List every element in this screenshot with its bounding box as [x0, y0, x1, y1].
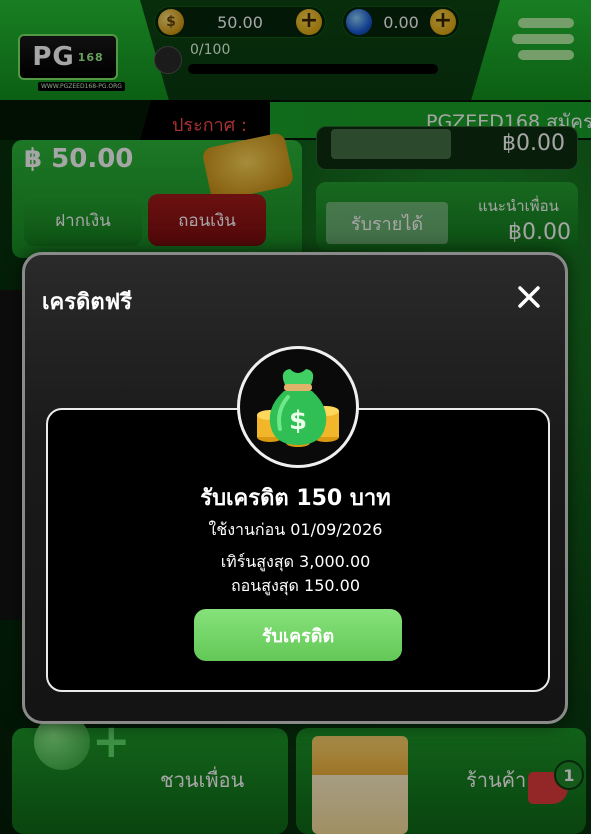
reward-turnover: เทิร์นสูงสุด 3,000.00	[220, 552, 371, 571]
reward-title: รับเครดิต 150 บาท	[200, 486, 391, 511]
reward-expiry: ใช้งานก่อน 01/09/2026	[208, 520, 383, 539]
close-icon[interactable]	[514, 282, 544, 312]
reward-max-withdraw: ถอนสูงสุด 150.00	[230, 576, 361, 595]
modal-title: เครดิตฟรี	[42, 290, 133, 315]
svg-text:$: $	[289, 406, 307, 436]
claim-credit-button[interactable]: รับเครดิต	[194, 609, 402, 661]
money-bag-icon: $	[237, 346, 359, 468]
